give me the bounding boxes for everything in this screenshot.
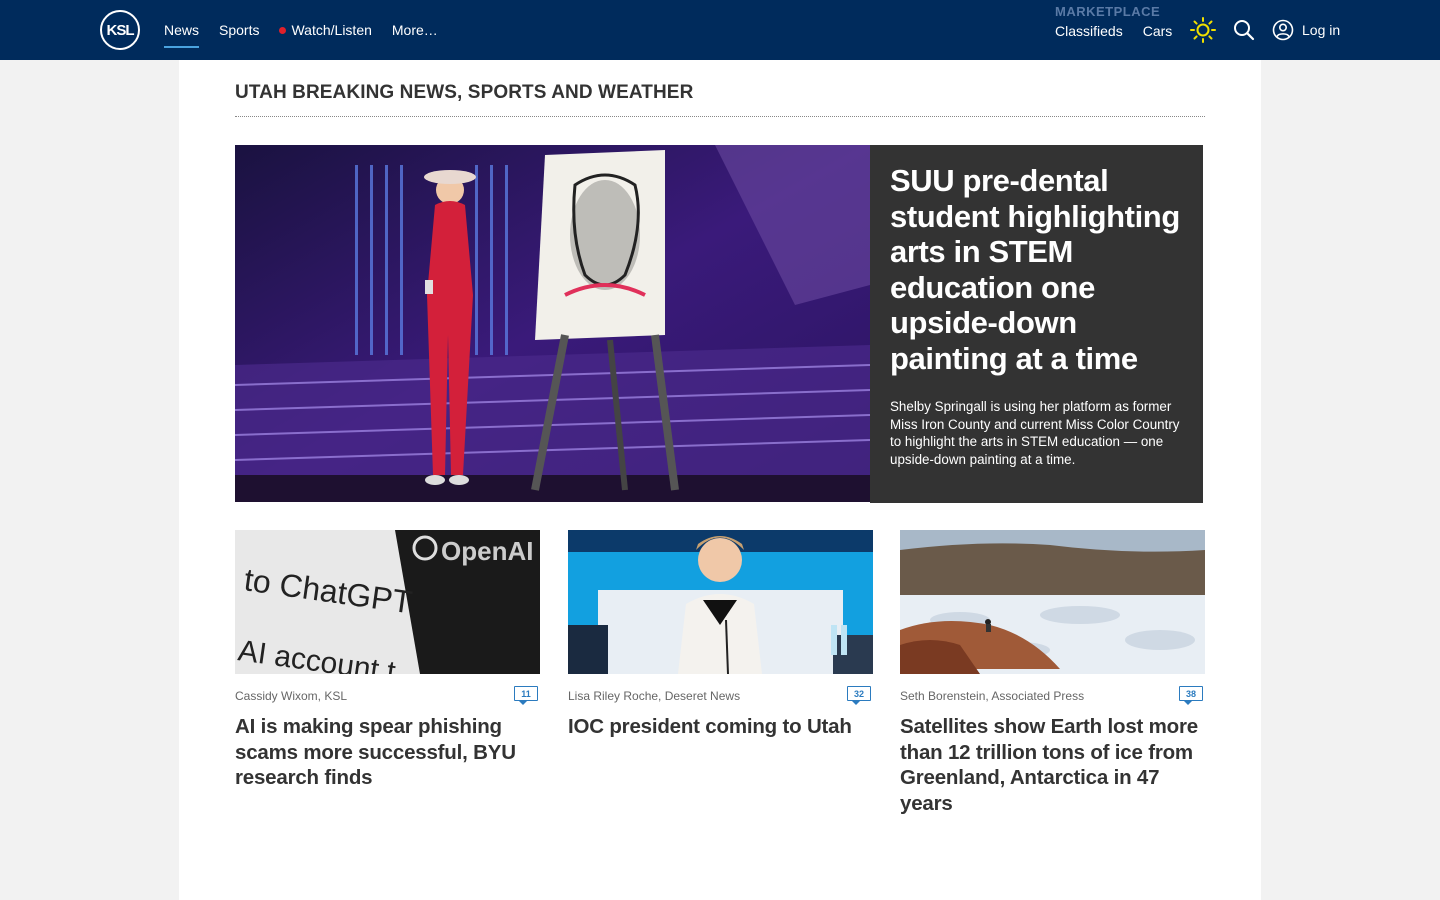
hero-image[interactable] [235, 145, 870, 502]
divider [235, 116, 1205, 117]
nav-label: Watch/Listen [291, 22, 372, 38]
nav-label: Sports [219, 22, 260, 38]
hero-summary: Shelby Springall is using her platform a… [890, 399, 1180, 467]
classifieds-link[interactable]: Classifieds [1055, 23, 1123, 39]
live-dot-icon [279, 26, 287, 34]
ksl-logo[interactable]: KSL [100, 10, 140, 50]
story-headline[interactable]: Satellites show Earth lost more than 12 … [900, 714, 1205, 816]
comment-count-icon[interactable]: 38 [1179, 686, 1203, 705]
hero-headline[interactable]: SUU pre-dental student highlighting arts… [890, 163, 1183, 376]
marketplace-label: MARKETPLACE [1055, 4, 1161, 19]
user-circle-icon [1272, 19, 1294, 41]
search-icon[interactable] [1232, 18, 1256, 42]
story-image[interactable] [568, 530, 873, 674]
nav-label: More… [391, 22, 438, 38]
nav-item-news[interactable]: News [164, 0, 200, 60]
hero-story[interactable]: SUU pre-dental student highlighting arts… [870, 145, 1203, 503]
story-image[interactable] [900, 530, 1205, 674]
story-headline[interactable]: IOC president coming to Utah [568, 714, 873, 740]
nav-item-more[interactable]: More… [392, 0, 438, 60]
comment-count: 38 [1185, 688, 1196, 699]
comment-count: 11 [521, 688, 531, 699]
main-nav: News Sports Watch/Listen More… [164, 0, 458, 60]
byline: Cassidy Wixom, KSL [235, 689, 348, 703]
login-label: Log in [1302, 22, 1341, 38]
nav-item-sports[interactable]: Sports [219, 0, 259, 60]
logo-text: KSL [106, 21, 135, 39]
cars-link[interactable]: Cars [1143, 23, 1173, 39]
byline: Lisa Riley Roche, Deseret News [568, 689, 741, 703]
story-card[interactable]: to ChatGPT AI account t OpenAI Cassidy W… [235, 530, 540, 791]
nav-label: News [164, 22, 200, 38]
sun-icon[interactable] [1189, 16, 1217, 44]
marketplace-nav: MARKETPLACE Classifieds Cars [1055, 4, 1192, 39]
comment-count: 32 [853, 688, 864, 699]
comment-count-icon[interactable]: 32 [847, 686, 871, 705]
section-title: UTAH BREAKING NEWS, SPORTS AND WEATHER [235, 82, 694, 103]
main-content: UTAH BREAKING NEWS, SPORTS AND WEATHER S… [179, 60, 1261, 900]
story-headline[interactable]: AI is making spear phishing scams more s… [235, 714, 540, 791]
story-card[interactable]: Lisa Riley Roche, Deseret News 32 IOC pr… [568, 530, 873, 740]
top-navigation-bar: KSL News Sports Watch/Listen More… MARKE… [0, 0, 1440, 60]
nav-item-watch-listen[interactable]: Watch/Listen [279, 0, 372, 60]
byline: Seth Borenstein, Associated Press [900, 689, 1085, 703]
svg-text:OpenAI: OpenAI [441, 536, 533, 566]
login-button[interactable]: Log in [1272, 19, 1340, 41]
story-image[interactable]: to ChatGPT AI account t OpenAI [235, 530, 540, 674]
story-card[interactable]: Seth Borenstein, Associated Press 38 Sat… [900, 530, 1205, 816]
comment-count-icon[interactable]: 11 [514, 686, 538, 705]
